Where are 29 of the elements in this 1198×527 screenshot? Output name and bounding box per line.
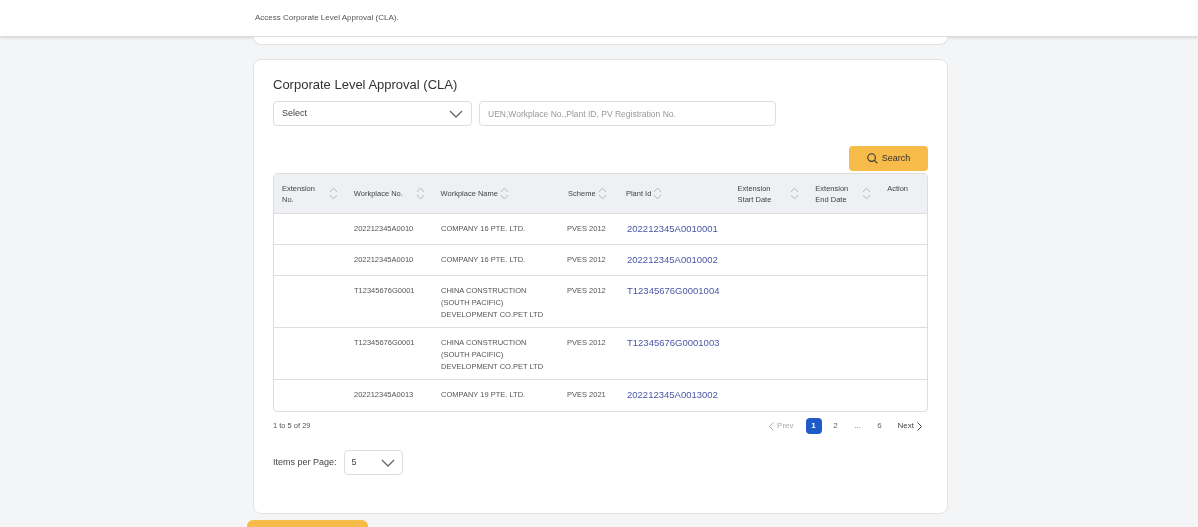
plant-id-link[interactable]: 202212345A0010002 [627, 254, 718, 265]
panel-title: Corporate Level Approval (CLA) [273, 76, 459, 94]
sort-icon[interactable] [415, 187, 425, 200]
sort-icon[interactable] [653, 187, 663, 200]
sort-icon[interactable] [862, 187, 872, 200]
page-button[interactable]: 2 [827, 418, 844, 434]
chevron-right-icon [917, 421, 922, 431]
plant-id-link[interactable]: 202212345A0010001 [627, 223, 718, 234]
search-field[interactable]: UEN,Workplace No.,Plant ID, PV Registration No. [479, 101, 776, 126]
chevron-down-icon [449, 109, 463, 118]
plant-id-link[interactable]: T12345676G0001004 [627, 285, 720, 296]
sort-icon[interactable] [499, 187, 509, 200]
sort-icon[interactable] [597, 187, 607, 200]
next-button[interactable]: Next [897, 420, 922, 432]
items-per-page-select[interactable]: 5 [343, 450, 403, 475]
page-description: Access Corporate Level Approval (CLA). [255, 12, 399, 24]
plant-id-link[interactable]: 202212345A0013002 [627, 389, 718, 400]
search-icon [866, 153, 878, 164]
sort-icon[interactable] [790, 187, 800, 200]
search-button[interactable]: Search [849, 146, 928, 171]
page-button[interactable]: 1 [805, 418, 822, 434]
items-per-page-label: Items per Page: [273, 455, 337, 469]
chevron-left-icon [769, 421, 775, 431]
page-button[interactable]: ... [849, 418, 866, 434]
sort-icon[interactable] [328, 187, 338, 200]
page-button[interactable]: 6 [871, 418, 888, 434]
chevron-down-icon [380, 458, 395, 467]
plant-id-link[interactable]: T12345676G0001003 [627, 337, 720, 348]
select-dropdown[interactable]: Select [273, 101, 472, 126]
